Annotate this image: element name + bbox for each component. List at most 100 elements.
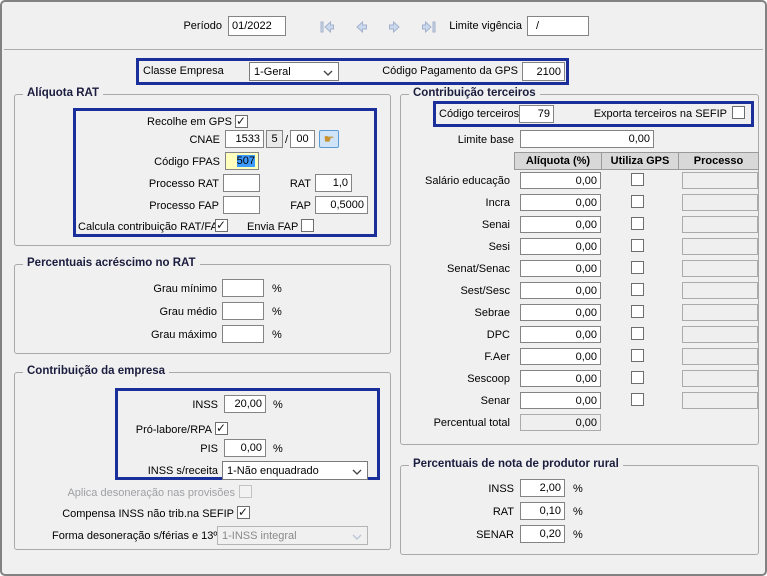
group-contribuicao-empresa-title: Contribuição da empresa [23,365,169,377]
terceiros-utiliza-gps-checkbox[interactable] [631,195,644,208]
compensa-inss-sefip-checkbox[interactable] [237,506,250,519]
rat-input[interactable] [315,174,352,192]
inss-s-receita-select[interactable]: 1-Não enquadrado [222,461,368,480]
codigo-pagamento-gps-label: Código Pagamento da GPS [352,65,518,78]
pis-input[interactable] [224,439,266,457]
grau-maximo-input[interactable] [222,325,264,343]
pro-labore-rpa-checkbox[interactable] [215,422,228,435]
terceiros-utiliza-gps-checkbox[interactable] [631,327,644,340]
terceiros-utiliza-gps-checkbox[interactable] [631,283,644,296]
terceiros-aliquota-input[interactable] [520,194,601,211]
terceiros-aliquota-input[interactable] [520,348,601,365]
codigo-terceiros-input[interactable] [519,105,554,123]
column-header-aliquota: Alíquota (%) [514,152,602,170]
terceiros-aliquota-input[interactable] [520,260,601,277]
group-produtor-rural-title: Percentuais de nota de produtor rural [409,458,623,470]
aplica-desoneracao-label: Aplica desoneração nas provisões [62,487,235,500]
processo-fap-input[interactable] [223,196,260,214]
group-contribuicao-terceiros-title: Contribuição terceiros [409,87,540,99]
chevron-down-icon [323,70,333,77]
codigo-pagamento-gps-input[interactable] [522,62,565,81]
chevron-down-icon [352,534,362,541]
classe-empresa-select[interactable]: 1-Geral [249,62,339,81]
terceiros-table-row: Incra [400,194,759,216]
terceiros-utiliza-gps-checkbox[interactable] [631,305,644,318]
envia-fap-checkbox[interactable] [301,219,314,232]
recolhe-em-gps-checkbox[interactable] [235,115,248,128]
rural-senar-input[interactable] [520,525,565,543]
cnae-separator: / [285,134,288,147]
aplica-desoneracao-checkbox [239,485,252,498]
terceiros-row-label: Salário educação [400,175,510,188]
terceiros-table-row: Salário educação [400,172,759,194]
terceiros-processo-input [682,260,758,277]
exporta-terceiros-sefip-checkbox[interactable] [732,106,745,119]
rural-inss-input[interactable] [520,479,565,497]
grau-maximo-label: Grau máximo [137,329,217,342]
terceiros-aliquota-input[interactable] [520,172,601,189]
terceiros-processo-input [682,326,758,343]
terceiros-table-row: Sest/Sesc [400,282,759,304]
terceiros-row-label: F.Aer [400,351,510,364]
limite-base-input[interactable] [520,130,654,148]
periodo-label: Período [162,20,222,33]
grau-minimo-input[interactable] [222,279,264,297]
processo-rat-input[interactable] [223,174,260,192]
last-record-icon[interactable] [420,18,438,36]
group-percentuais-rat-title: Percentuais acréscimo no RAT [23,257,200,269]
terceiros-processo-input [682,238,758,255]
fap-label: FAP [285,200,311,213]
first-record-icon[interactable] [318,18,336,36]
processo-rat-label: Processo RAT [139,178,219,191]
terceiros-utiliza-gps-checkbox[interactable] [631,371,644,384]
limite-vigencia-input[interactable] [527,16,589,36]
limite-base-label: Limite base [452,134,514,147]
rural-senar-unit: % [573,529,583,541]
cnae-suffix-input[interactable] [290,130,315,148]
terceiros-aliquota-input[interactable] [520,370,601,387]
terceiros-table-row: Sescoop [400,370,759,392]
codigo-fpas-input[interactable]: 507 [225,152,259,170]
terceiros-utiliza-gps-checkbox[interactable] [631,239,644,252]
next-record-icon[interactable] [386,18,404,36]
terceiros-aliquota-input[interactable] [520,326,601,343]
previous-record-icon[interactable] [352,18,370,36]
periodo-input[interactable] [228,16,286,36]
exporta-terceiros-sefip-label: Exporta terceiros na SEFIP [582,108,727,121]
inss-input[interactable] [224,395,266,413]
terceiros-utiliza-gps-checkbox[interactable] [631,261,644,274]
terceiros-utiliza-gps-checkbox[interactable] [631,393,644,406]
terceiros-table-row: Senai [400,216,759,238]
cnae-input[interactable] [225,130,264,148]
terceiros-utiliza-gps-checkbox[interactable] [631,173,644,186]
terceiros-row-label: Senat/Senac [400,263,510,276]
terceiros-row-label: Senar [400,395,510,408]
terceiros-aliquota-input[interactable] [520,216,601,233]
fap-input[interactable] [315,196,368,214]
rural-rat-input[interactable] [520,502,565,520]
terceiros-utiliza-gps-checkbox[interactable] [631,349,644,362]
terceiros-row-label: Sescoop [400,373,510,386]
pro-labore-rpa-label: Pró-labore/RPA [132,424,212,437]
terceiros-processo-input [682,304,758,321]
grau-minimo-unit: % [272,283,282,295]
grau-medio-input[interactable] [222,302,264,320]
terceiros-table-row: Senat/Senac [400,260,759,282]
cnae-label: CNAE [172,134,220,147]
calcula-contribuicao-rat-fap-checkbox[interactable] [215,219,228,232]
terceiros-aliquota-input[interactable] [520,282,601,299]
terceiros-aliquota-input[interactable] [520,304,601,321]
classe-empresa-label: Classe Empresa [143,65,224,78]
terceiros-utiliza-gps-checkbox[interactable] [631,217,644,230]
envia-fap-label: Envia FAP [247,221,297,234]
codigo-terceiros-label: Código terceiros [439,108,519,121]
terceiros-row-label: Sesi [400,241,510,254]
cnae-digit-input[interactable] [266,130,283,148]
calcula-contribuicao-rat-fap-label: Calcula contribuição RAT/FAP [78,221,212,234]
hand-pointer-icon: ☛ [324,132,335,146]
terceiros-aliquota-input[interactable] [520,392,601,409]
cnae-lookup-button[interactable]: ☛ [319,130,339,148]
terceiros-aliquota-input[interactable] [520,238,601,255]
terceiros-table-row: DPC [400,326,759,348]
terceiros-processo-input [682,216,758,233]
